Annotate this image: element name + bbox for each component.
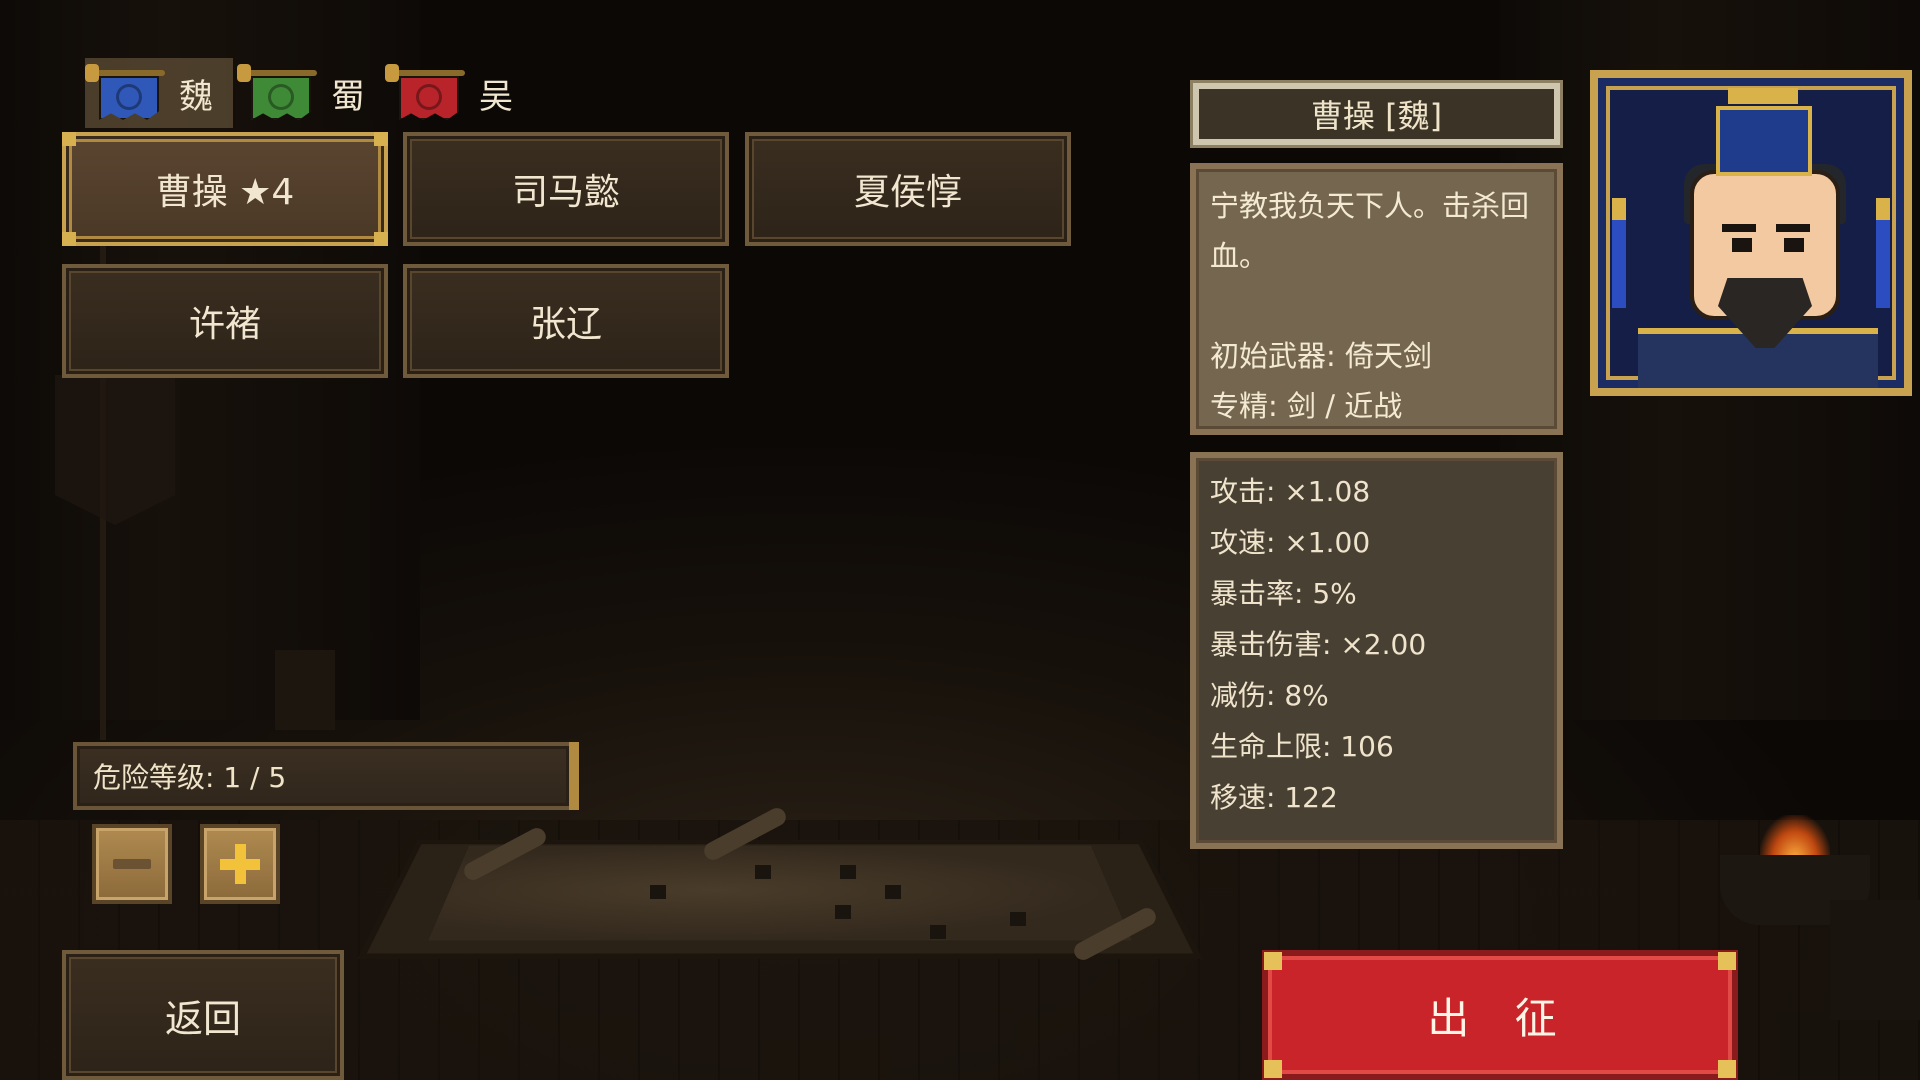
stat-crit-damage: 暴击伤害: ×2.00 [1210,628,1427,661]
stat-crit-rate: 暴击率: 5% [1210,577,1357,610]
shu-flag-icon [237,64,317,122]
starting-weapon: 初始武器: 倚天剑 [1210,339,1432,373]
description-line: 宁教我负天下人。击杀回 [1210,189,1530,223]
general-button-xiahou-dun[interactable]: 夏侯惇 [745,132,1071,246]
stat-attack-speed: 攻速: ×1.00 [1210,526,1371,559]
stat-attack: 攻击: ×1.08 [1210,475,1371,508]
general-label: 许褚 [188,304,261,345]
general-name-plate: 曹操 [魏] [1190,80,1563,148]
map-piece [1010,912,1026,926]
back-button[interactable]: 返回 [62,950,344,1080]
tassel [1876,198,1890,308]
scroll-jar [275,650,335,730]
minus-icon [113,859,151,869]
description-line [1210,281,1543,331]
stat-move-speed: 移速: 122 [1210,781,1338,814]
stat-max-hp: 生命上限: 106 [1210,730,1394,763]
general-button-sima-yi[interactable]: 司马懿 [403,132,729,246]
portrait-brow [1776,224,1810,232]
description-line: 血。 [1210,239,1269,273]
deploy-button[interactable]: 出 征 [1262,950,1738,1080]
general-label: 夏侯惇 [853,172,962,213]
specialty: 专精: 剑 / 近战 [1210,389,1403,423]
map-piece [885,885,901,899]
hanging-banner [55,375,175,525]
portrait-brow [1722,224,1756,232]
wooden-bucket [1830,900,1920,1020]
portrait-eye [1784,238,1804,252]
danger-level-display: 危险等级: 1 / 5 [73,742,579,810]
general-portrait [1590,70,1912,396]
portrait-eye [1732,238,1752,252]
tab-shu[interactable]: 蜀 [237,58,377,128]
general-button-xu-chu[interactable]: 许褚 [62,264,388,378]
general-label: 司马懿 [511,172,620,213]
general-button-cao-cao[interactable]: 曹操 ★4 [62,132,388,246]
general-stats-panel: 攻击: ×1.08 攻速: ×1.00 暴击率: 5% 暴击伤害: ×2.00 … [1190,452,1563,849]
decrease-danger-button[interactable] [92,824,172,904]
map-piece [650,885,666,899]
general-button-zhang-liao[interactable]: 张辽 [403,264,729,378]
portrait-crown [1728,88,1798,104]
war-map [428,845,1132,941]
plus-icon [220,844,260,884]
general-name-title: 曹操 [魏] [1199,89,1554,139]
tab-wu[interactable]: 吴 [385,58,525,128]
wu-flag-icon [385,64,465,122]
general-label: 张辽 [529,304,602,345]
tab-wei[interactable]: 魏 [85,58,233,128]
general-label: 曹操 ★4 [155,172,295,213]
increase-danger-button[interactable] [200,824,280,904]
back-label: 返回 [164,996,241,1041]
general-description-panel: 宁教我负天下人。击杀回 血。 初始武器: 倚天剑 专精: 剑 / 近战 [1190,163,1563,435]
stat-damage-reduction: 减伤: 8% [1210,679,1329,712]
wei-flag-icon [85,64,165,122]
tassel [1612,198,1626,308]
tab-label: 魏 [179,76,213,117]
deploy-label: 出 征 [1427,993,1573,1043]
map-piece [755,865,771,879]
danger-level-label: 危险等级: 1 / 5 [93,761,287,794]
map-piece [840,865,856,879]
tab-label: 蜀 [331,76,365,117]
tab-label: 吴 [479,76,513,117]
map-piece [835,905,851,919]
map-piece [930,925,946,939]
portrait-hat [1716,106,1812,176]
